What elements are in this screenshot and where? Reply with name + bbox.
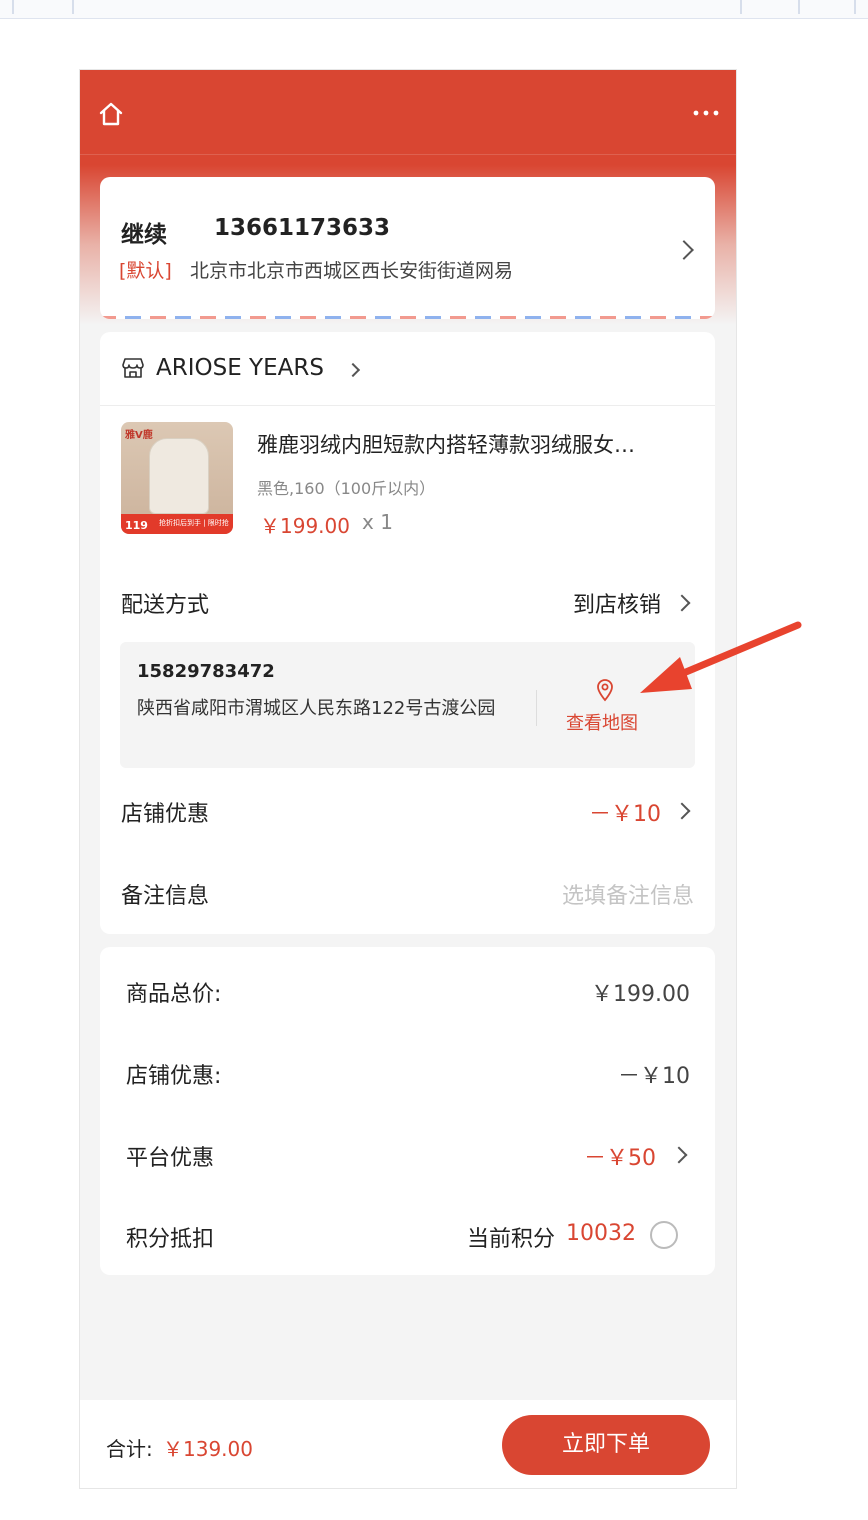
store-name: ARIOSE YEARS: [156, 355, 324, 381]
product-spec: 黑色,160（100斤以内）: [257, 479, 436, 498]
browser-top-strip: [0, 0, 868, 19]
place-order-button[interactable]: 立即下单: [502, 1415, 710, 1475]
goods-total-label: 商品总价:: [126, 982, 222, 1007]
image-price: 119: [125, 519, 148, 532]
product-price: ￥199.00: [260, 514, 350, 538]
summary-card: 商品总价: ￥199.00 店铺优惠: －￥10 平台优惠 －￥50 积分抵扣 …: [100, 947, 715, 1275]
store-header[interactable]: ARIOSE YEARS: [100, 332, 715, 406]
chevron-right-icon: [345, 362, 361, 378]
goods-total-value: ￥199.00: [591, 982, 690, 1007]
address-card[interactable]: 继续 13661173633 [默认] 北京市北京市西城区西长安街街道网易: [100, 177, 715, 319]
points-prefix: 当前积分: [467, 1227, 556, 1252]
chevron-right-icon: [670, 1146, 688, 1164]
default-tag: [默认]: [119, 260, 172, 282]
shop-discount-summary-value: －￥10: [618, 1064, 690, 1089]
address-name: 继续: [121, 222, 167, 248]
address-phone: 13661173633: [214, 215, 391, 241]
divider: [536, 690, 537, 726]
product-image[interactable]: 雅V鹿 119 抢折扣后到手 | 限时抢: [121, 422, 233, 534]
more-icon[interactable]: [692, 108, 720, 118]
chevron-right-icon: [673, 802, 691, 820]
store-icon: [122, 358, 144, 378]
platform-discount-value: －￥50: [584, 1146, 656, 1171]
points-label: 积分抵扣: [126, 1227, 215, 1252]
chevron-right-icon: [673, 594, 691, 612]
points-radio[interactable]: [650, 1221, 678, 1249]
store-card: ARIOSE YEARS 雅V鹿 119 抢折扣后到手 | 限时抢 雅鹿羽绒内胆…: [100, 332, 715, 934]
shop-discount-label: 店铺优惠: [121, 802, 210, 827]
location-pin-icon: [597, 679, 613, 702]
arrow-annotation: [640, 621, 802, 693]
bottom-bar: 合计: ￥139.00 立即下单: [80, 1400, 736, 1488]
total-label: 合计:: [106, 1437, 153, 1461]
points-value: 10032: [566, 1221, 636, 1246]
pickup-info: 15829783472 陕西省咸阳市渭城区人民东路122号古渡公园 查看地图: [120, 642, 695, 768]
delivery-label: 配送方式: [121, 593, 210, 618]
image-brand: 雅V鹿: [125, 430, 153, 441]
pickup-address: 陕西省咸阳市渭城区人民东路122号古渡公园: [137, 698, 496, 719]
remark-label: 备注信息: [121, 884, 210, 909]
image-promo-text: 抢折扣后到手 | 限时抢: [159, 519, 229, 527]
product-title[interactable]: 雅鹿羽绒内胆短款内搭轻薄款羽绒服女…: [257, 429, 697, 459]
phone-frame: 继续 13661173633 [默认] 北京市北京市西城区西长安街街道网易 AR…: [79, 69, 737, 1489]
navbar: [80, 70, 736, 155]
chevron-right-icon: [674, 240, 694, 260]
product-quantity: x 1: [362, 510, 393, 534]
shop-discount-value: －￥10: [589, 802, 661, 827]
pickup-phone: 15829783472: [137, 661, 275, 682]
shop-discount-summary-label: 店铺优惠:: [126, 1064, 222, 1089]
platform-discount-label: 平台优惠: [126, 1146, 215, 1171]
view-map-label: 查看地图: [566, 713, 638, 734]
home-icon[interactable]: [98, 101, 124, 127]
total-value: ￥139.00: [163, 1437, 253, 1461]
remark-input[interactable]: 选填备注信息: [562, 878, 694, 910]
address-stripe: [100, 316, 715, 319]
address-text: 北京市北京市西城区西长安街街道网易: [190, 260, 514, 282]
